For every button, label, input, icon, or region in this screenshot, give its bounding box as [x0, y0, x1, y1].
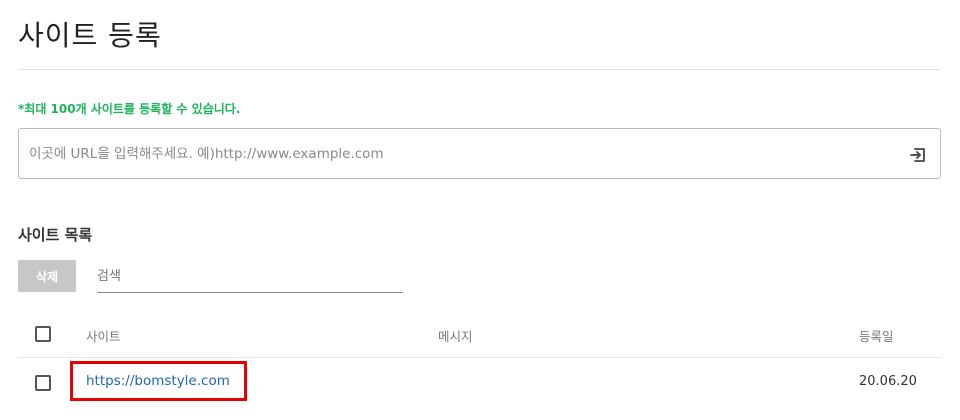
search-input[interactable] — [97, 262, 403, 290]
row-checkbox[interactable] — [35, 375, 51, 391]
site-registration-page: 사이트 등록 *최대 100개 사이트를 등록할 수 있습니다. 사이트 목록 … — [0, 0, 960, 420]
column-header-site: 사이트 — [86, 329, 121, 344]
login-arrow-icon[interactable] — [908, 145, 928, 165]
table-row: https://bomstyle.com 20.06.20 — [18, 359, 941, 407]
registered-date: 20.06.20 — [859, 374, 917, 389]
table-header: 사이트 메시지 등록일 — [18, 310, 941, 358]
search-field — [97, 262, 403, 293]
column-header-date: 등록일 — [859, 329, 894, 344]
title-divider — [18, 69, 941, 70]
site-list-title: 사이트 목록 — [18, 226, 93, 244]
url-input-box — [18, 128, 941, 179]
column-header-message: 메시지 — [438, 329, 473, 344]
select-all-checkbox[interactable] — [35, 326, 51, 342]
registration-limit-notice: *최대 100개 사이트를 등록할 수 있습니다. — [18, 102, 241, 116]
url-input[interactable] — [29, 141, 889, 167]
delete-button[interactable]: 삭제 — [18, 260, 76, 292]
site-url-link[interactable]: https://bomstyle.com — [86, 373, 230, 389]
page-title: 사이트 등록 — [18, 19, 162, 52]
